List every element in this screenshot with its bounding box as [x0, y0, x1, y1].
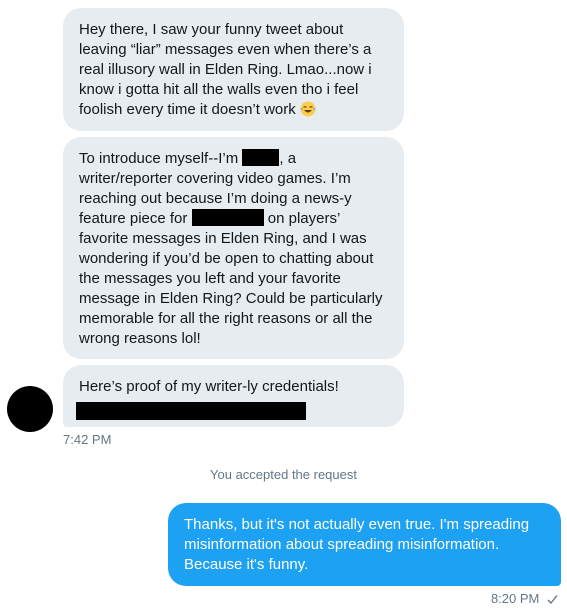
incoming-message[interactable]: Hey there, I saw your funny tweet about …: [63, 8, 404, 131]
message-line: feature piece for on players’: [79, 209, 388, 229]
message-line: the messages you left and your favorite: [79, 270, 341, 287]
tears-of-joy-emoji: [300, 101, 316, 117]
message-line: favorite messages in Elden Ring, and I w…: [79, 230, 367, 247]
redaction-bar: [242, 149, 280, 166]
message-line: reaching out because I’m doing a news-y: [79, 190, 352, 207]
message-text: on players’: [267, 210, 341, 227]
reply-timestamp: 8:20 PM: [490, 591, 540, 606]
redaction-bar: [191, 209, 264, 226]
message-line: Because it's funny.: [184, 556, 309, 573]
checkmark-icon: [547, 595, 558, 605]
message-line: Thanks, but it's not actually even true.…: [184, 516, 530, 533]
message-line: real illusory wall in Elden Ring. Lmao..…: [79, 61, 372, 78]
message-timestamp: 7:42 PM: [63, 432, 112, 447]
message-line: know i gotta hit all the walls even tho …: [79, 81, 359, 98]
message-line: writer/reporter covering video games. I’…: [79, 170, 351, 187]
message-line: memorable for all the right reasons or a…: [79, 310, 373, 327]
message-text: , a: [279, 150, 297, 167]
message-line: wondering if you’d be open to chatting a…: [79, 250, 374, 267]
sender-avatar[interactable]: [7, 386, 53, 432]
message-line: wrong reasons lol!: [79, 330, 201, 347]
incoming-message[interactable]: Here’s proof of my writer-ly credentials…: [63, 365, 404, 427]
message-text: feature piece for: [79, 210, 188, 227]
message-line: foolish every time it doesn’t work: [79, 100, 388, 120]
message-text: To introduce myself--I’m: [79, 150, 239, 167]
message-line: Here’s proof of my writer-ly credentials…: [79, 378, 339, 395]
message-text: foolish every time it doesn’t work: [79, 101, 296, 118]
request-accepted-notice: You accepted the request: [210, 467, 357, 482]
incoming-message[interactable]: To introduce myself--I’m , a writer/repo…: [63, 137, 404, 359]
reply-status: 8:20 PM: [491, 591, 558, 607]
redacted-link[interactable]: [76, 402, 306, 420]
message-line: message in Elden Ring? Could be particul…: [79, 290, 383, 307]
message-line: To introduce myself--I’m , a: [79, 149, 388, 169]
message-line: leaving “liar” messages even when there’…: [79, 41, 372, 58]
message-line: misinformation about spreading misinform…: [184, 536, 500, 553]
outgoing-message[interactable]: Thanks, but it's not actually even true.…: [168, 503, 561, 586]
message-line: Hey there, I saw your funny tweet about: [79, 21, 344, 38]
